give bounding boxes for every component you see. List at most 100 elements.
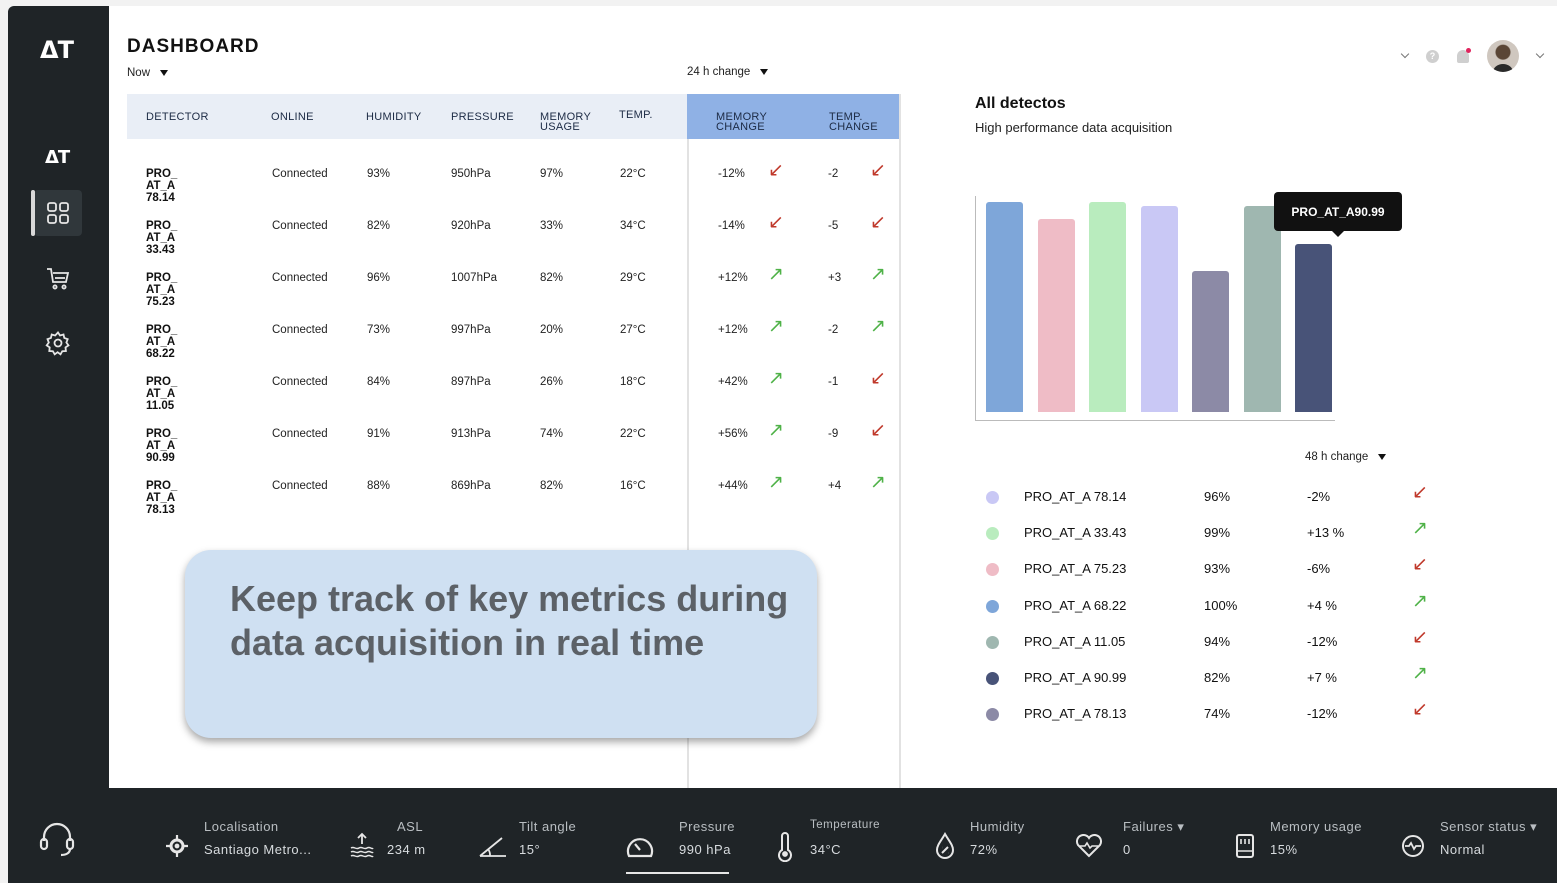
trend-arrow-icon: ↙ xyxy=(768,212,784,233)
chart-bar[interactable] xyxy=(1140,206,1178,412)
stat-value: 15° xyxy=(519,842,541,857)
help-icon[interactable]: ? xyxy=(1426,49,1439,63)
cell-memory: 74% xyxy=(540,428,564,440)
nav-dashboard[interactable] xyxy=(31,190,82,236)
legend-change: +13 % xyxy=(1307,525,1345,541)
cell-temp: 34°C xyxy=(620,220,646,232)
cell-memory: 33% xyxy=(540,220,564,232)
legend-change: +7 % xyxy=(1307,670,1337,685)
cell-temp-change: -2 xyxy=(828,324,839,336)
stat-value: Normal xyxy=(1440,842,1485,857)
legend-item[interactable]: PRO_AT_A 78.14 96% -2% ↙ xyxy=(984,483,1444,507)
chart-bar[interactable] xyxy=(1243,206,1281,412)
col-memory-change-line2: CHANGE xyxy=(716,121,765,133)
chart-subtitle: High performance data acquisition xyxy=(975,120,1173,135)
chart-bar[interactable] xyxy=(986,202,1023,412)
cell-temp: 27°C xyxy=(620,324,646,336)
info-callout: Keep track of key metrics during data ac… xyxy=(185,550,817,738)
cell-temp: 29°C xyxy=(620,272,646,284)
header-actions: ? xyxy=(1400,40,1545,72)
legend-item[interactable]: PRO_AT_A 90.99 82% +7 % ↗ xyxy=(984,663,1444,688)
trend-arrow-icon: ↙ xyxy=(768,160,784,181)
cell-memory-change: +12% xyxy=(718,324,748,336)
cell-online: Connected xyxy=(272,376,328,388)
cell-pressure: 920hPa xyxy=(451,220,491,232)
cell-pressure: 1007hPa xyxy=(451,272,498,284)
chart-bar[interactable] xyxy=(1192,271,1229,412)
trend-arrow-icon: ↙ xyxy=(870,160,886,181)
legend-item[interactable]: PRO_AT_A 33.43 99% +13 % ↗ xyxy=(984,519,1444,543)
trend-arrow-icon: ↗ xyxy=(1412,663,1428,684)
legend-name: PRO_AT_A 68.22 xyxy=(1024,597,1127,613)
chevron-down-icon[interactable] xyxy=(1400,49,1410,59)
cell-pressure: 913hPa xyxy=(451,428,491,440)
trend-arrow-icon: ↗ xyxy=(1412,590,1428,612)
legend-item[interactable]: PRO_AT_A 78.13 74% -12% ↙ xyxy=(984,700,1444,724)
callout-text: Keep track of key metrics during data ac… xyxy=(230,578,789,663)
cell-humidity: 84% xyxy=(367,376,391,388)
col-memory-usage[interactable]: MEMORY USAGE xyxy=(540,112,591,133)
legend-change: -2% xyxy=(1307,489,1331,504)
stat-value: Santiago Metro... xyxy=(204,842,312,857)
dropdown-arrow-icon xyxy=(760,69,769,75)
legend-name: PRO_AT_A 78.14 xyxy=(1024,489,1127,504)
col-online[interactable]: ONLINE xyxy=(271,112,314,123)
col-pressure[interactable]: PRESSURE xyxy=(451,112,514,123)
cell-online: Connected xyxy=(272,272,328,284)
legend-change: -12% xyxy=(1307,633,1338,649)
app-logo[interactable]: ΔT xyxy=(40,36,74,64)
chart-bar[interactable] xyxy=(1037,218,1075,412)
cell-detector: PRO_ AT_A 75.23 xyxy=(146,272,178,308)
stat-value: 34°C xyxy=(810,842,842,857)
nav-cart[interactable] xyxy=(34,256,82,302)
cell-temp: 18°C xyxy=(620,376,646,388)
stat-label: Humidity xyxy=(970,819,1025,834)
legend-color-dot xyxy=(986,527,999,541)
app-window: ΔT ΔT DASHBOARD Now 24 h change ? DETECT… xyxy=(8,6,1557,883)
cell-detector: PRO_ AT_A 33.43 xyxy=(146,220,178,256)
col-memory-change[interactable]: MEMORY CHANGE xyxy=(716,112,767,133)
legend-color-dot xyxy=(986,563,999,577)
legend-item[interactable]: PRO_AT_A 68.22 100% +4 % ↗ xyxy=(984,590,1444,616)
time-filter-dropdown[interactable]: Now xyxy=(127,67,169,79)
col-temp[interactable]: TEMP. xyxy=(619,110,653,121)
legend-item[interactable]: PRO_AT_A 11.05 94% -12% ↙ xyxy=(984,628,1444,652)
cell-pressure: 950hPa xyxy=(451,168,491,180)
stat-value: 0 xyxy=(1123,842,1131,857)
cell-temp: 16°C xyxy=(620,480,646,492)
cell-humidity: 91% xyxy=(367,428,391,440)
trend-arrow-icon: ↙ xyxy=(870,420,886,441)
chart-bar[interactable] xyxy=(1295,244,1332,412)
legend-change-dropdown[interactable]: 48 h change xyxy=(1305,451,1387,463)
change-filter-dropdown[interactable]: 24 h change xyxy=(687,66,769,78)
legend-color-dot xyxy=(986,708,999,722)
col-humidity[interactable]: HUMIDITY xyxy=(366,112,422,123)
cell-detector: PRO_ AT_A 11.05 xyxy=(146,376,178,412)
support-headset-icon[interactable] xyxy=(38,819,76,859)
col-temp-change[interactable]: TEMP. CHANGE xyxy=(829,112,878,133)
legend-item[interactable]: PRO_AT_A 75.23 93% -6% ↙ xyxy=(984,554,1444,579)
cell-humidity: 93% xyxy=(367,168,391,180)
trend-arrow-icon: ↗ xyxy=(870,316,886,337)
user-menu-chevron-icon[interactable] xyxy=(1535,49,1545,59)
angle-icon xyxy=(479,837,506,857)
cell-memory: 82% xyxy=(540,480,564,492)
chart-bar[interactable] xyxy=(1089,202,1126,412)
trend-arrow-icon: ↙ xyxy=(1412,554,1428,576)
cell-memory-change: +12% xyxy=(718,272,748,284)
table-header: DETECTOR ONLINE HUMIDITY PRESSURE MEMORY… xyxy=(127,94,687,139)
avatar[interactable] xyxy=(1487,40,1519,72)
cell-temp: 22°C xyxy=(620,168,646,180)
legend-name: PRO_AT_A 75.23 xyxy=(1024,561,1127,577)
cell-detector: PRO_ AT_A 78.14 xyxy=(146,168,178,204)
cell-memory: 26% xyxy=(540,376,564,388)
notification-bell-icon[interactable] xyxy=(1457,47,1471,63)
nav-settings[interactable] xyxy=(34,320,82,366)
trend-arrow-icon: ↗ xyxy=(768,472,784,493)
legend-change-label: 48 h change xyxy=(1305,451,1369,463)
stat-label: Pressure xyxy=(679,819,736,834)
col-detector[interactable]: DETECTOR xyxy=(146,112,209,123)
change-filter-label: 24 h change xyxy=(687,66,751,78)
cell-pressure: 897hPa xyxy=(451,376,491,388)
location-target-icon xyxy=(166,835,188,857)
